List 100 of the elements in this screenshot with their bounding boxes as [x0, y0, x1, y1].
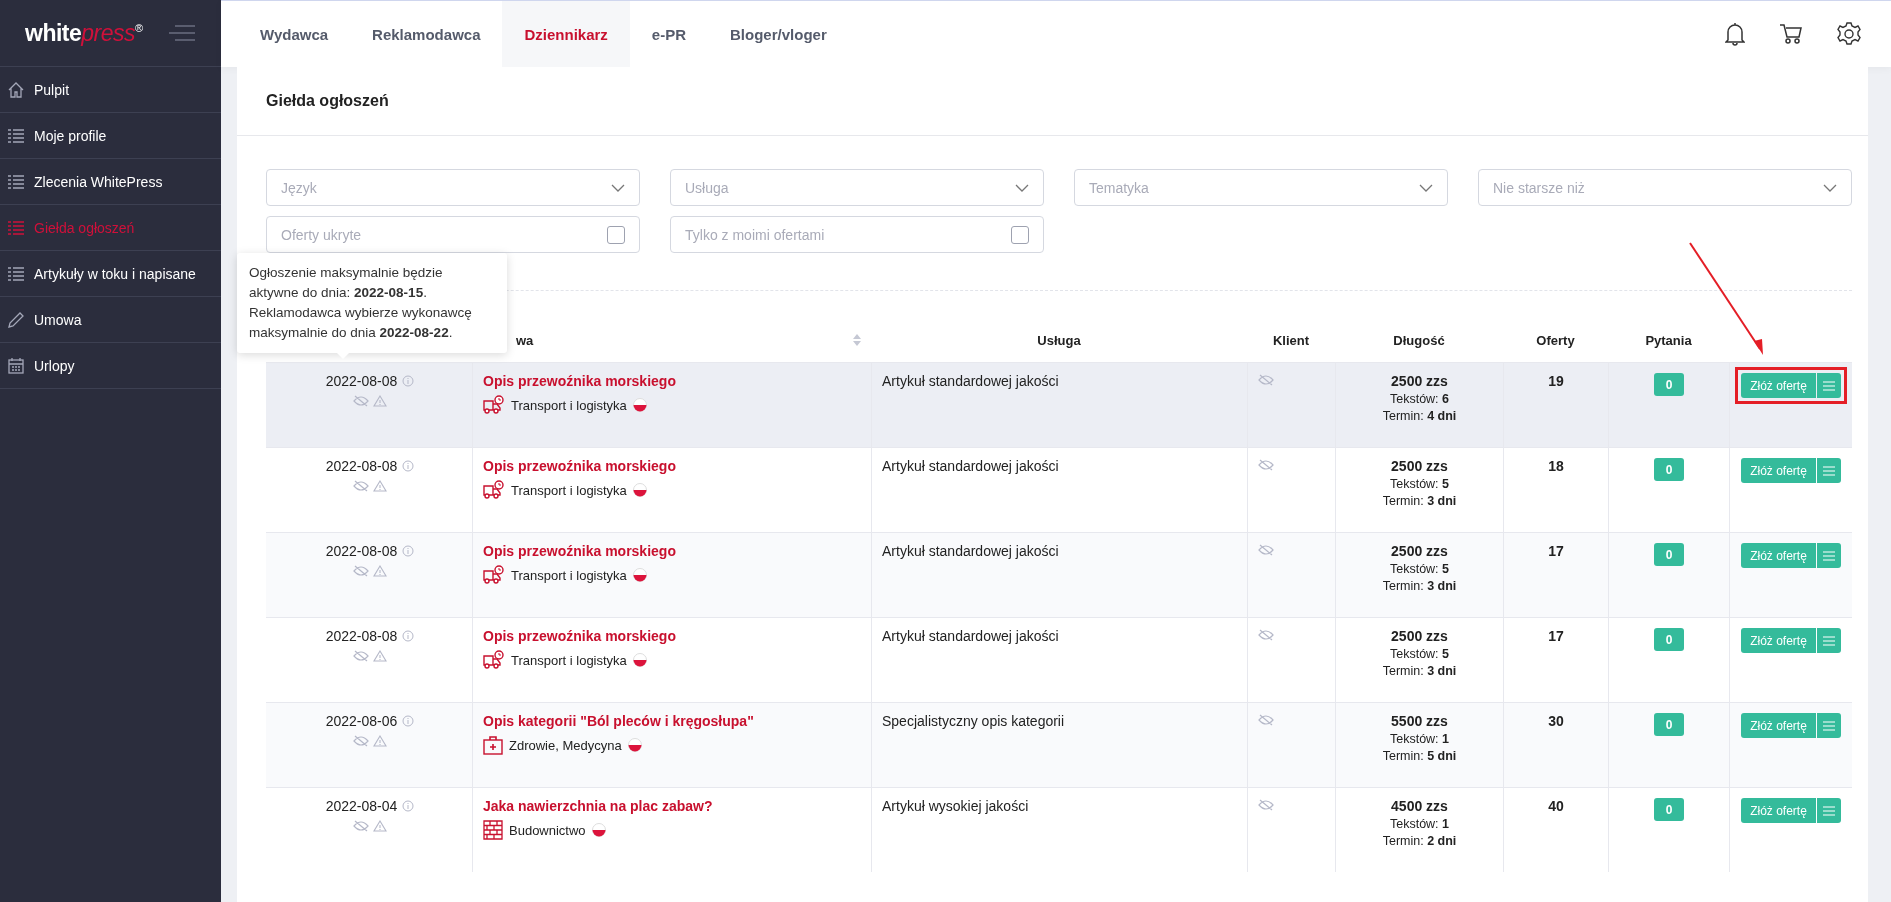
offers-count: 40 [1548, 798, 1564, 814]
texts-count: Tekstów: 6 [1389, 392, 1450, 406]
checkbox[interactable] [607, 225, 625, 244]
category-label: Transport i logistyka [511, 567, 627, 583]
eye-slash-icon[interactable] [353, 650, 369, 662]
flag-icon [632, 653, 647, 667]
nav-tab[interactable]: Dziennikarz [502, 1, 630, 67]
eye-slash-icon[interactable] [353, 820, 369, 832]
listing-title-link[interactable]: Opis przewoźnika morskiego [483, 543, 676, 559]
sort-icon[interactable] [853, 334, 861, 346]
calendar-icon [7, 356, 25, 375]
eye-slash-icon[interactable] [353, 395, 369, 407]
row-menu-button[interactable] [1816, 543, 1841, 568]
checkbox[interactable] [1011, 225, 1029, 244]
info-icon[interactable] [402, 715, 415, 727]
warning-icon[interactable] [373, 565, 387, 577]
eye-slash-icon [1258, 629, 1274, 641]
texts-count: Tekstów: 5 [1389, 647, 1450, 661]
eye-slash-icon [1258, 544, 1274, 556]
row-menu-button[interactable] [1816, 798, 1841, 823]
tooltip-text: Ogłoszenie maksymalnie będzie aktywne do dnia: 2022-08-15. [249, 264, 444, 302]
service-text: Artykuł standardowej jakości [882, 628, 1059, 644]
listing-title-link[interactable]: Opis przewoźnika morskiego [483, 373, 676, 389]
deadline-text: Termin: 2 dni [1382, 834, 1457, 848]
listing-title-link[interactable]: Opis przewoźnika morskiego [483, 628, 676, 644]
eye-slash-icon[interactable] [353, 735, 369, 747]
sidebar-item[interactable]: Artykuły w toku i napisane [0, 251, 221, 297]
length-text: 2500 zzs [1391, 543, 1448, 559]
deadline-text: Termin: 3 dni [1382, 664, 1457, 678]
eye-slash-icon [1258, 799, 1274, 811]
warning-icon[interactable] [373, 650, 387, 662]
flag-icon [632, 568, 647, 582]
length-text: 4500 zzs [1391, 798, 1448, 814]
eye-slash-icon [1258, 714, 1274, 726]
settings-icon[interactable] [1837, 22, 1861, 46]
listing-title-link[interactable]: Jaka nawierzchnia na plac zabaw? [483, 798, 713, 814]
nav-tab[interactable]: Reklamodawca [350, 1, 503, 67]
column-header: Oferty [1536, 332, 1575, 348]
pencil-icon [7, 310, 25, 329]
chevron-down-icon [1419, 183, 1433, 192]
row-menu-button[interactable] [1816, 458, 1841, 483]
date-text: 2022-08-08 [325, 628, 398, 644]
listing-title-link[interactable]: Opis przewoźnika morskiego [483, 458, 676, 474]
truck-clock-icon [483, 395, 505, 415]
menu-icon[interactable] [168, 25, 195, 41]
sidebar-item[interactable]: Moje profile [0, 113, 221, 159]
category-label: Zdrowie, Medycyna [509, 737, 622, 753]
eye-slash-icon[interactable] [353, 565, 369, 577]
offers-count: 30 [1548, 713, 1564, 729]
eye-slash-icon[interactable] [353, 480, 369, 492]
info-icon[interactable] [402, 375, 415, 387]
service-text: Specjalistyczny opis kategorii [882, 713, 1065, 729]
sidebar-item[interactable]: Umowa [0, 297, 221, 343]
cart-icon[interactable] [1779, 23, 1803, 45]
logo[interactable]: whitepress$^{®}$ [25, 19, 143, 47]
warning-icon[interactable] [373, 735, 387, 747]
row-menu-button[interactable] [1816, 713, 1841, 738]
table-row[interactable]: 2022-08-04 Jaka nawierzchnia na plac zabaw? Budownictwo Artykuł wysokiej jakości 4500 zzs Tekstów: 1 Termin: 2 dni 40 0 Złóż ofertę [266, 787, 1852, 872]
service-text: Artykuł wysokiej jakości [882, 798, 1029, 814]
deadline-text: Termin: 5 dni [1382, 749, 1457, 763]
bell-icon[interactable] [1725, 22, 1745, 46]
listing-title-link[interactable]: Opis kategorii "Ból pleców i kręgosłupa" [483, 713, 754, 729]
category-label: Transport i logistyka [511, 482, 627, 498]
tooltip-text: Reklamodawca wybierze wykonawcę maksymalnie do dnia 2022-08-22. [249, 304, 473, 342]
nav-tab[interactable]: e-PR [629, 1, 709, 67]
sidebar-item[interactable]: Pulpit [0, 67, 221, 113]
column-header[interactable]: wa [516, 332, 534, 348]
sidebar-item[interactable]: Urlopy [0, 343, 221, 389]
table-row[interactable]: 2022-08-08 Opis przewoźnika morskiego Transport i logistyka Artykuł standardowej jakości 2500 zzs Tekstów: 5 Termin: 3 dni 17 0 Złóż ofertę [266, 532, 1852, 617]
flag-icon [632, 483, 647, 497]
table-row[interactable]: 2022-08-06 Opis kategorii "Ból pleców i kręgosłupa" Zdrowie, Medycyna Specjalistyczny opis kategorii 5500 zzs Tekstów: 1 Termin: 5 dni 30 0 Złóż ofertę [266, 702, 1852, 787]
table-row[interactable]: 2022-08-08 Opis przewoźnika morskiego Transport i logistyka Artykuł standardowej jakości 2500 zzs Tekstów: 5 Termin: 3 dni 17 0 Złóż ofertę [266, 617, 1852, 702]
deadline-text: Termin: 3 dni [1382, 494, 1457, 508]
chevron-down-icon [1823, 183, 1837, 192]
row-menu-button[interactable] [1816, 628, 1841, 653]
sidebar-item[interactable]: Zlecenia WhitePress [0, 159, 221, 205]
info-icon[interactable] [402, 545, 415, 557]
warning-icon[interactable] [373, 820, 387, 832]
column-header: Długość [1393, 332, 1445, 348]
eye-slash-icon [1258, 374, 1274, 386]
warning-icon[interactable] [373, 480, 387, 492]
home-icon [7, 80, 25, 99]
offers-count: 17 [1548, 628, 1564, 644]
info-icon[interactable] [402, 800, 415, 812]
nav-tab[interactable]: Bloger/vloger [708, 1, 849, 67]
length-text: 5500 zzs [1391, 713, 1448, 729]
warning-icon[interactable] [373, 395, 387, 407]
column-header: Klient [1272, 332, 1310, 348]
info-icon[interactable] [402, 630, 415, 642]
texts-count: Tekstów: 1 [1389, 732, 1450, 746]
service-text: Artykuł standardowej jakości [882, 458, 1059, 474]
table-row[interactable]: 2022-08-08 Opis przewoźnika morskiego Transport i logistyka Artykuł standardowej jakości 2500 zzs Tekstów: 5 Termin: 3 dni 18 0 Złóż ofertę [266, 447, 1852, 532]
nav-tab[interactable]: Wydawca [238, 1, 351, 67]
row-menu-button[interactable] [1816, 373, 1841, 398]
list-icon [7, 172, 25, 191]
menu-icon [1822, 720, 1835, 731]
column-header: Usługa [1037, 332, 1081, 348]
flag-icon [632, 398, 647, 412]
table-row[interactable]: 2022-08-08 Opis przewoźnika morskiego Transport i logistyka Artykuł standardowej jakości 2500 zzs Tekstów: 6 Termin: 4 dni 19 0 Złóż ofertę [266, 362, 1852, 447]
info-icon[interactable] [402, 460, 415, 472]
